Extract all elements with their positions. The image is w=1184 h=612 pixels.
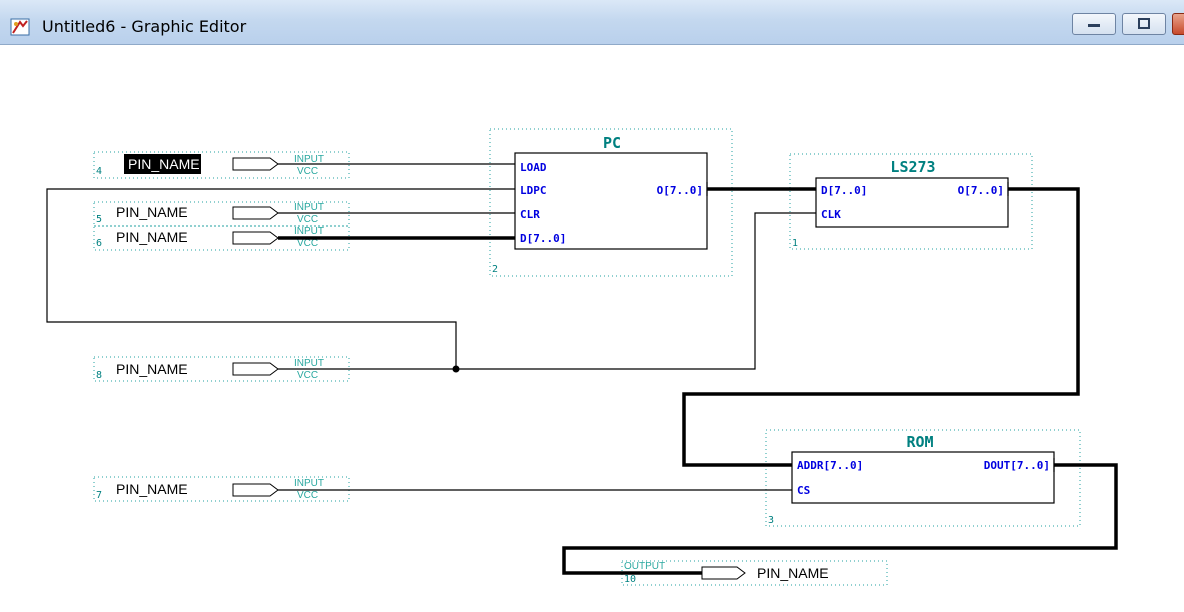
- port-ldpc: LDPC: [520, 184, 547, 197]
- rom-component[interactable]: ROM ADDR[7..0] CS DOUT[7..0] 3: [765, 429, 1081, 527]
- pin-sub: VCC: [297, 490, 318, 501]
- pin-name: PIN_NAME: [116, 229, 188, 245]
- pin-number: 4: [96, 166, 102, 177]
- maximize-button[interactable]: [1122, 13, 1166, 35]
- input-pin-symbol: [232, 362, 279, 376]
- pin-sub: VCC: [297, 370, 318, 381]
- port-dout: DOUT[7..0]: [984, 459, 1050, 472]
- component-title: PC: [603, 134, 621, 152]
- pin-number: 7: [96, 490, 102, 501]
- port-clk: CLK: [821, 208, 841, 221]
- input-pin-symbol: [232, 206, 279, 220]
- port-d: D[7..0]: [821, 184, 867, 197]
- schematic-canvas[interactable]: PIN_NAME 4 INPUT VCC PIN_NAME 5 INPUT VC…: [0, 45, 1184, 607]
- pin-type: INPUT: [294, 478, 324, 489]
- graphic-editor-icon: [10, 18, 30, 36]
- close-icon: [1173, 14, 1184, 34]
- minimize-icon: [1088, 24, 1100, 27]
- pin-sub: VCC: [297, 214, 318, 225]
- pin-type: INPUT: [294, 226, 324, 237]
- pc-component[interactable]: PC LOAD LDPC CLR D[7..0] O[7..0] 2: [489, 128, 733, 277]
- component-number: 1: [792, 238, 798, 249]
- pin-name: PIN_NAME: [116, 204, 188, 220]
- schematic-svg[interactable]: PIN_NAME 4 INPUT VCC PIN_NAME 5 INPUT VC…: [0, 45, 1184, 607]
- pin-name: PIN_NAME: [757, 565, 829, 581]
- port-o: O[7..0]: [958, 184, 1004, 197]
- component-number: 2: [492, 264, 498, 275]
- output-pin-symbol: [701, 566, 746, 580]
- component-title: ROM: [906, 433, 933, 451]
- pin-number: 5: [96, 214, 102, 225]
- input-pin-symbol: [232, 231, 279, 245]
- pin-type: INPUT: [294, 154, 324, 165]
- window-titlebar[interactable]: Untitled6 - Graphic Editor: [0, 0, 1184, 45]
- pin-number: 10: [624, 574, 636, 585]
- maximize-icon: [1138, 18, 1150, 29]
- pin-number: 8: [96, 370, 102, 381]
- junction-dot: [452, 365, 460, 373]
- port-cs: CS: [797, 484, 810, 497]
- component-number: 3: [768, 515, 774, 526]
- pin-sub: VCC: [297, 166, 318, 177]
- pin-type: OUTPUT: [624, 561, 665, 572]
- port-load: LOAD: [520, 161, 547, 174]
- pin-type: INPUT: [294, 202, 324, 213]
- input-pin-4[interactable]: PIN_NAME 4 INPUT VCC: [93, 151, 350, 179]
- bus-ls273-to-rom: [682, 187, 1080, 467]
- port-o: O[7..0]: [657, 184, 703, 197]
- input-pin-symbol: [232, 157, 279, 171]
- pin-name: PIN_NAME: [128, 156, 200, 172]
- window-title: Untitled6 - Graphic Editor: [42, 17, 247, 36]
- close-button[interactable]: [1172, 13, 1184, 35]
- pin-type: INPUT: [294, 358, 324, 369]
- port-clr: CLR: [520, 208, 540, 221]
- input-pin-5[interactable]: PIN_NAME 5 INPUT VCC: [93, 201, 350, 227]
- input-pin-7[interactable]: PIN_NAME 7 INPUT VCC: [93, 476, 350, 502]
- port-d: D[7..0]: [520, 232, 566, 245]
- port-addr: ADDR[7..0]: [797, 459, 863, 472]
- component-title: LS273: [890, 158, 935, 176]
- pin-name: PIN_NAME: [116, 361, 188, 377]
- pin-number: 6: [96, 238, 102, 249]
- ls273-component[interactable]: LS273 D[7..0] CLK O[7..0] 1: [789, 153, 1033, 250]
- input-pin-symbol: [232, 483, 279, 497]
- pin-name: PIN_NAME: [116, 481, 188, 497]
- minimize-button[interactable]: [1072, 13, 1116, 35]
